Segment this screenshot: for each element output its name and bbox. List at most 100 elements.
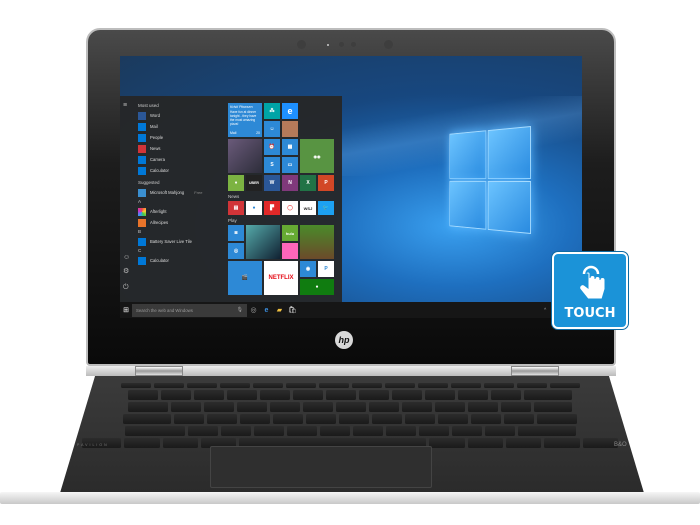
- key[interactable]: [227, 390, 257, 400]
- key[interactable]: [418, 426, 449, 436]
- groove-tile[interactable]: ◎: [228, 243, 244, 259]
- news-app-tile[interactable]: ◯: [282, 201, 298, 215]
- key[interactable]: [128, 402, 168, 412]
- key[interactable]: [326, 390, 356, 400]
- store-icon[interactable]: 🛍: [286, 306, 299, 314]
- key[interactable]: [120, 383, 151, 388]
- tripadvisor-tile[interactable]: ◉◉: [300, 139, 334, 173]
- windows-start-button[interactable]: ⊞: [120, 302, 132, 318]
- app-calculator[interactable]: Calculator: [138, 165, 228, 176]
- search-box[interactable]: Search the web and Windows 🎙: [132, 303, 247, 317]
- key[interactable]: [220, 426, 251, 436]
- section-letter[interactable]: C: [138, 247, 228, 255]
- app-allrecipes[interactable]: Allrecipes: [138, 217, 228, 228]
- money-tile[interactable]: ♦: [228, 175, 244, 191]
- key[interactable]: [417, 383, 448, 388]
- key[interactable]: [270, 402, 300, 412]
- section-letter[interactable]: B: [138, 228, 228, 236]
- key[interactable]: [369, 402, 399, 412]
- candy-crush-tile[interactable]: [282, 243, 298, 259]
- hamburger-icon[interactable]: ≡: [123, 102, 127, 109]
- groove-music-tile[interactable]: ◉: [300, 261, 316, 277]
- onenote-tile[interactable]: N: [282, 175, 298, 191]
- tray-chevron-icon[interactable]: ^: [544, 307, 546, 313]
- key[interactable]: [392, 390, 422, 400]
- key[interactable]: [385, 426, 416, 436]
- key[interactable]: [384, 383, 415, 388]
- key[interactable]: [293, 390, 323, 400]
- key[interactable]: [425, 390, 455, 400]
- task-view-icon[interactable]: ◎: [247, 306, 260, 314]
- key[interactable]: [405, 414, 435, 424]
- key[interactable]: [504, 414, 534, 424]
- file-explorer-icon[interactable]: ▰: [273, 306, 286, 314]
- key[interactable]: [339, 414, 369, 424]
- contact-photo-tile[interactable]: [282, 121, 298, 137]
- touchpad[interactable]: [210, 446, 432, 488]
- key[interactable]: [471, 414, 501, 424]
- app-battery-saver[interactable]: Battery Saver Live Tile: [138, 236, 228, 247]
- xbox-tile[interactable]: ●: [300, 279, 334, 295]
- hulu-tile[interactable]: hulu: [282, 225, 298, 241]
- wsj-tile[interactable]: WSJ: [300, 201, 316, 215]
- key[interactable]: [372, 414, 402, 424]
- key[interactable]: [582, 438, 619, 448]
- key[interactable]: [204, 402, 234, 412]
- calendar-tile[interactable]: ▦: [282, 139, 298, 155]
- key[interactable]: [123, 414, 171, 424]
- app-people[interactable]: People: [138, 132, 228, 143]
- microphone-icon[interactable]: 🎙: [237, 304, 243, 317]
- key[interactable]: [544, 438, 580, 448]
- key[interactable]: [128, 390, 158, 400]
- powerpoint-tile[interactable]: P: [318, 175, 334, 191]
- key[interactable]: [319, 426, 350, 436]
- movies-tv-tile[interactable]: 🎬: [228, 261, 262, 295]
- key[interactable]: [286, 426, 317, 436]
- key[interactable]: [171, 402, 201, 412]
- key[interactable]: [468, 402, 498, 412]
- key[interactable]: [402, 402, 432, 412]
- key[interactable]: [273, 414, 303, 424]
- fresh-paint-tile[interactable]: ●: [246, 201, 262, 215]
- key[interactable]: [483, 383, 514, 388]
- key[interactable]: [187, 426, 218, 436]
- key[interactable]: [260, 390, 290, 400]
- key[interactable]: [359, 390, 389, 400]
- user-icon[interactable]: ☺: [123, 254, 130, 261]
- netflix-tile[interactable]: NETFLIX: [264, 261, 298, 295]
- edge-tile[interactable]: e: [282, 103, 298, 119]
- contact-tile[interactable]: ☺: [264, 121, 280, 137]
- pandora-tile[interactable]: P: [318, 261, 334, 277]
- key[interactable]: [484, 426, 515, 436]
- connect-tile[interactable]: ▭: [282, 157, 298, 173]
- key[interactable]: [517, 426, 576, 436]
- key[interactable]: [451, 426, 482, 436]
- key[interactable]: [194, 390, 224, 400]
- key[interactable]: [237, 402, 267, 412]
- uber-tile[interactable]: UBER: [246, 175, 262, 191]
- word-tile[interactable]: W: [264, 175, 280, 191]
- key[interactable]: [253, 426, 284, 436]
- key[interactable]: [458, 390, 488, 400]
- app-news[interactable]: News: [138, 143, 228, 154]
- key[interactable]: [524, 390, 572, 400]
- key[interactable]: [186, 383, 217, 388]
- app-mahjong[interactable]: Microsoft Mahjong Free: [138, 187, 228, 198]
- key[interactable]: [537, 414, 577, 424]
- twitter-tile[interactable]: 🐦: [318, 201, 334, 215]
- key[interactable]: [161, 390, 191, 400]
- alarms-tile[interactable]: ⏰: [264, 139, 280, 155]
- section-letter[interactable]: A: [138, 198, 228, 206]
- asphalt-tile[interactable]: [246, 225, 280, 259]
- key[interactable]: [124, 426, 185, 436]
- key[interactable]: [549, 383, 580, 388]
- photos-tile[interactable]: [228, 139, 262, 173]
- key[interactable]: [306, 414, 336, 424]
- key[interactable]: [435, 402, 465, 412]
- key[interactable]: [534, 402, 572, 412]
- key[interactable]: [505, 438, 542, 448]
- key[interactable]: [303, 402, 333, 412]
- phone-companion-tile[interactable]: ⁂: [264, 103, 280, 119]
- excel-tile[interactable]: X: [300, 175, 316, 191]
- edge-icon[interactable]: e: [260, 307, 273, 314]
